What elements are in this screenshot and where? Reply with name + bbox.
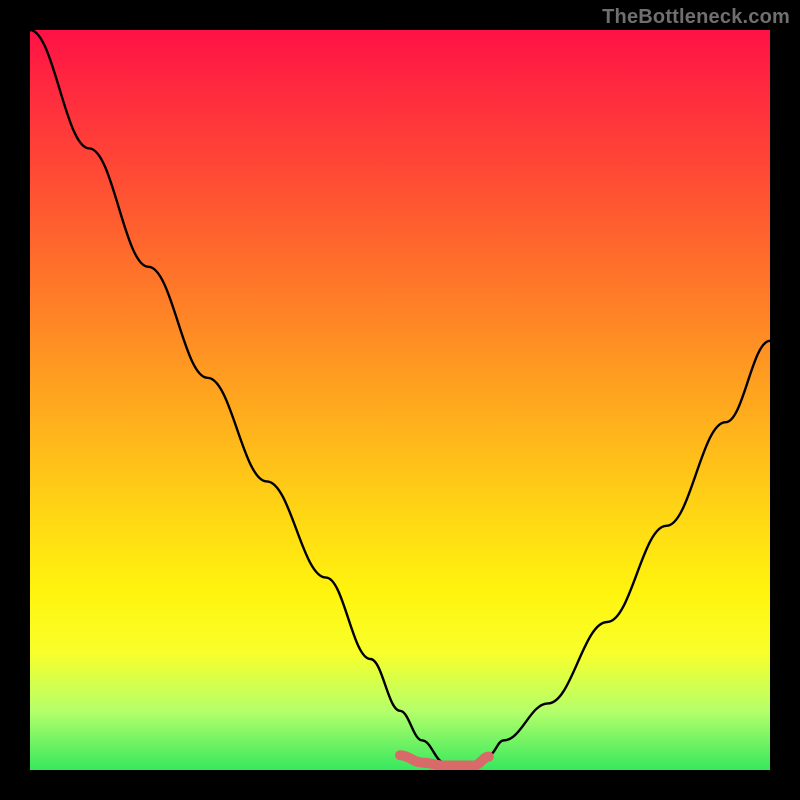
chart-stage: TheBottleneck.com <box>0 0 800 800</box>
plot-area <box>30 30 770 770</box>
chart-svg <box>30 30 770 770</box>
sweet-range-marker-path <box>400 755 489 765</box>
watermark-text: TheBottleneck.com <box>602 6 790 29</box>
bottleneck-curve-path <box>30 30 770 763</box>
